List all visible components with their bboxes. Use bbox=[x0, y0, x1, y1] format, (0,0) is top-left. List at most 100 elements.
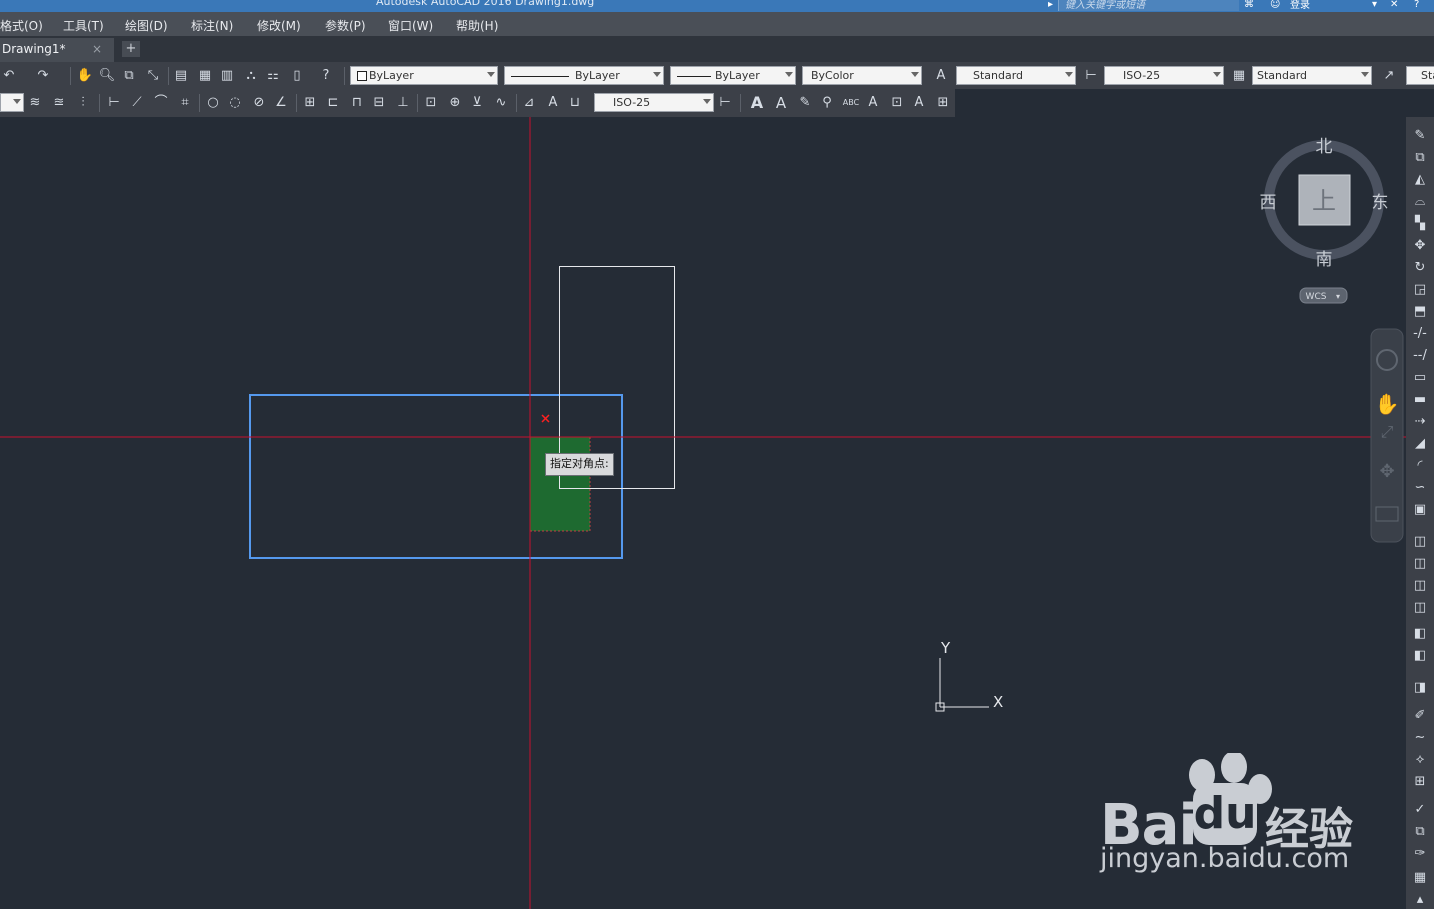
more-icon[interactable]: ▴ bbox=[1411, 891, 1429, 909]
navigation-bar[interactable]: ✋ ⤢ ✥ bbox=[1370, 328, 1404, 543]
markup-icon[interactable]: ⚏ bbox=[264, 67, 282, 85]
break-icon[interactable]: ▬ bbox=[1411, 391, 1429, 409]
lineweight-control[interactable]: ByLayer bbox=[670, 66, 796, 85]
bring-to-front-icon[interactable]: ◨ bbox=[1411, 679, 1429, 697]
calculator-icon[interactable]: ▯ bbox=[288, 67, 306, 85]
text-style-control[interactable]: Standard bbox=[956, 66, 1076, 85]
chamfer-icon[interactable]: ◢ bbox=[1411, 435, 1429, 453]
compass-south[interactable]: 南 bbox=[1316, 250, 1333, 270]
mtext-icon[interactable]: A bbox=[748, 94, 766, 112]
match-properties-icon[interactable]: ✑ bbox=[1411, 845, 1429, 863]
linetype-control[interactable]: ByLayer bbox=[504, 66, 664, 85]
drawing-canvas[interactable]: Y X 上 北 南 东 西 WCS ▾ ✋ ⤢ ✥ 指定对角点: Bai du … bbox=[0, 117, 1406, 909]
table-style-control[interactable]: Standard bbox=[1252, 66, 1372, 85]
table-edit-icon[interactable]: ▦ bbox=[1411, 869, 1429, 887]
properties-icon[interactable]: ▤ bbox=[172, 67, 190, 85]
dim-style-control-2[interactable]: ISO-25 bbox=[594, 93, 714, 112]
edit-attribute-icon[interactable]: ✓ bbox=[1411, 801, 1429, 819]
mirror-icon[interactable]: ◭ bbox=[1411, 171, 1429, 189]
move-icon[interactable]: ✥ bbox=[1411, 237, 1429, 255]
aligned-dim-icon[interactable]: ⟋ bbox=[128, 94, 146, 112]
offset-icon[interactable]: ⌓ bbox=[1411, 193, 1429, 211]
convert-space-icon[interactable]: ⊞ bbox=[934, 94, 952, 112]
draworder-under-icon[interactable]: ◫ bbox=[1411, 599, 1429, 617]
viewcube[interactable]: 上 北 南 东 西 WCS ▾ bbox=[1260, 137, 1389, 304]
menu-draw[interactable]: 绘图(D) bbox=[125, 17, 168, 34]
jogged-dim-icon[interactable]: ◌ bbox=[226, 94, 244, 112]
draworder-above-icon[interactable]: ◫ bbox=[1411, 577, 1429, 595]
continue-dim-icon[interactable]: ⊓ bbox=[348, 94, 366, 112]
close-icon[interactable]: × bbox=[92, 42, 102, 56]
break-at-point-icon[interactable]: ▭ bbox=[1411, 369, 1429, 387]
help-icon[interactable]: ? bbox=[1414, 0, 1424, 10]
undo-icon[interactable]: ↶ bbox=[0, 67, 18, 85]
linear-dim-icon[interactable]: ⊢ bbox=[105, 94, 123, 112]
pan-icon[interactable]: ✋ bbox=[1375, 392, 1400, 416]
dim-space-icon[interactable]: ⊟ bbox=[370, 94, 388, 112]
scale-icon[interactable]: ◲ bbox=[1411, 281, 1429, 299]
justify-text-icon[interactable]: A bbox=[910, 94, 928, 112]
binoculars-icon[interactable]: ⌘ bbox=[1244, 0, 1254, 10]
search-box[interactable]: 键入关键字或短语 bbox=[1058, 0, 1239, 11]
quick-dim-icon[interactable]: ⊞ bbox=[301, 94, 319, 112]
block-editor-icon[interactable]: ⧉ bbox=[1411, 823, 1429, 841]
plotstyle-control[interactable]: ByColor bbox=[802, 66, 922, 85]
draworder-back-icon[interactable]: ◫ bbox=[1411, 555, 1429, 573]
text-to-front-icon[interactable]: ◧ bbox=[1411, 625, 1429, 643]
blend-icon[interactable]: ∽ bbox=[1411, 479, 1429, 497]
text-style-icon-2[interactable]: A bbox=[864, 94, 882, 112]
sheet-set-icon[interactable]: ⛬ bbox=[242, 67, 260, 85]
jogged-linear-icon[interactable]: ∿ bbox=[492, 94, 510, 112]
tolerance-icon[interactable]: ⊡ bbox=[422, 94, 440, 112]
diameter-dim-icon[interactable]: ⊘ bbox=[250, 94, 268, 112]
ordinate-dim-icon[interactable]: ⌗ bbox=[176, 94, 194, 112]
dim-update-icon[interactable]: ⊔ bbox=[566, 94, 584, 112]
layer-previous-icon[interactable]: ≋ bbox=[26, 94, 44, 112]
hatch-to-back-icon[interactable]: ◧ bbox=[1411, 647, 1429, 665]
array-icon[interactable]: ▚ bbox=[1411, 215, 1429, 233]
single-line-text-icon[interactable]: A bbox=[772, 94, 790, 112]
angular-dim-icon[interactable]: ∠ bbox=[272, 94, 290, 112]
color-control[interactable]: ByLayer bbox=[350, 66, 498, 85]
center-mark-icon[interactable]: ⊕ bbox=[446, 94, 464, 112]
layer-match-icon[interactable]: ≊ bbox=[50, 94, 68, 112]
orbit-icon[interactable]: ✥ bbox=[1379, 461, 1394, 482]
dim-style-icon[interactable]: ⊢ bbox=[1082, 67, 1100, 85]
dim-style-manager-icon[interactable]: ⊢ bbox=[716, 94, 734, 112]
user-icon[interactable]: ☺ bbox=[1270, 0, 1280, 10]
zoom-extents-icon[interactable]: ⤢ bbox=[1381, 422, 1394, 441]
rotate-icon[interactable]: ↻ bbox=[1411, 259, 1429, 277]
fillet-icon[interactable]: ◜ bbox=[1411, 457, 1429, 475]
tab-drawing1[interactable]: Drawing1* × bbox=[0, 38, 114, 62]
baseline-dim-icon[interactable]: ⊏ bbox=[324, 94, 342, 112]
erase-icon[interactable]: ✎ bbox=[1411, 127, 1429, 145]
extend-icon[interactable]: --/ bbox=[1411, 347, 1429, 365]
tool-palettes-icon[interactable]: ▥ bbox=[218, 67, 236, 85]
pan-icon[interactable]: ✋ bbox=[76, 67, 94, 85]
join-icon[interactable]: ⇢ bbox=[1411, 413, 1429, 431]
zoom-realtime-icon[interactable]: 🔍︎ bbox=[98, 67, 116, 85]
menu-parametric[interactable]: 参数(P) bbox=[325, 17, 366, 34]
play-icon[interactable]: ▸ bbox=[1048, 0, 1058, 10]
edit-text-icon[interactable]: ✎ bbox=[796, 94, 814, 112]
radius-dim-icon[interactable]: ○ bbox=[204, 94, 222, 112]
trim-icon[interactable]: -/- bbox=[1411, 325, 1429, 343]
edit-hatch-icon[interactable]: ⟡ bbox=[1411, 751, 1429, 769]
zoom-window-icon[interactable]: ⧉ bbox=[120, 67, 138, 85]
menu-window[interactable]: 窗口(W) bbox=[388, 17, 433, 34]
dropdown-icon[interactable]: ▾ bbox=[1372, 0, 1382, 10]
menu-dimension[interactable]: 标注(N) bbox=[191, 17, 233, 34]
menu-help[interactable]: 帮助(H) bbox=[456, 17, 498, 34]
inspect-icon[interactable]: ⊻ bbox=[468, 94, 486, 112]
help-icon[interactable]: ? bbox=[317, 67, 335, 85]
menu-tools[interactable]: 工具(T) bbox=[63, 17, 104, 34]
menu-modify[interactable]: 修改(M) bbox=[257, 17, 301, 34]
edit-spline-icon[interactable]: ∼ bbox=[1411, 729, 1429, 747]
multileader-style-icon[interactable]: ↗ bbox=[1380, 67, 1398, 85]
login-button[interactable]: 登录 bbox=[1290, 0, 1310, 11]
compass-west[interactable]: 西 bbox=[1260, 193, 1277, 213]
find-text-icon[interactable]: ⚲ bbox=[818, 94, 836, 112]
compass-east[interactable]: 东 bbox=[1372, 193, 1389, 213]
compass-north[interactable]: 北 bbox=[1316, 137, 1333, 157]
draworder-front-icon[interactable]: ◫ bbox=[1411, 533, 1429, 551]
